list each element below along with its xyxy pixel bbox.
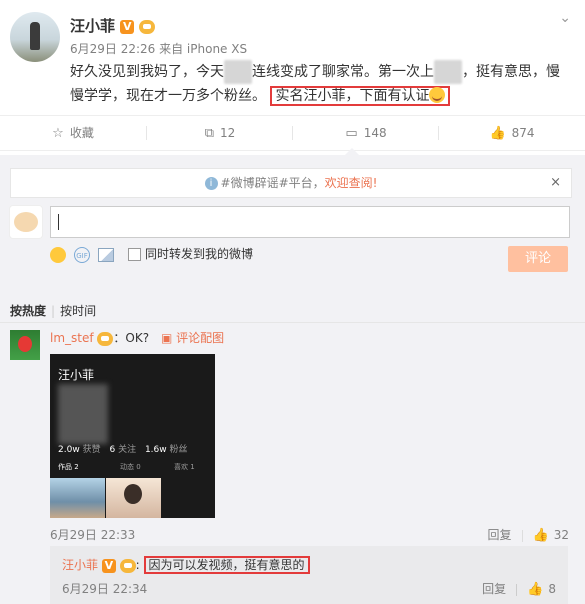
stat-label: 粉丝 [169, 445, 188, 455]
gif-icon[interactable]: GIF [74, 246, 90, 263]
profile-tab: 喜欢 1 [174, 463, 195, 471]
verified-badge-icon: V [101, 558, 116, 573]
comment-count: 148 [363, 126, 387, 140]
vip-crown-icon [139, 19, 156, 34]
comment-icon: ▭ [345, 126, 358, 141]
vip-crown-icon [97, 331, 114, 346]
comment-attached-image[interactable]: 汪小菲 2.0w 获赞 6 关注 1.6w 粉丝 作品 2 动态 0 喜欢 1 [50, 354, 215, 518]
close-icon[interactable]: × [550, 169, 561, 197]
profile-stats: 2.0w 获赞 6 关注 1.6w 粉丝 [58, 442, 194, 455]
author-avatar[interactable] [10, 12, 60, 62]
comment-line: lm_stef ：OK? ▣ 评论配图 [50, 330, 224, 346]
commenter-avatar[interactable] [10, 330, 40, 360]
redacted-text: 抖音 [434, 60, 462, 84]
sort-by-time-tab[interactable]: 按时间 [60, 304, 96, 318]
reply-button[interactable]: 回复 [482, 582, 506, 596]
comment-image-link-label: 评论配图 [176, 331, 225, 345]
stat-value: 6 [109, 445, 116, 455]
author-name-row: 汪小菲 V [70, 15, 156, 36]
notice-link[interactable]: 欢迎查阅! [325, 176, 378, 190]
reply-like-button[interactable]: 👍 8 [527, 582, 556, 597]
grin-emoji-icon [429, 87, 446, 103]
repost-checkbox-label: 同时转发到我的微博 [145, 247, 254, 261]
comment-image-link[interactable]: ▣ 评论配图 [161, 331, 224, 345]
reply-actions: 回复 👍 8 [482, 580, 556, 597]
image-icon[interactable] [98, 247, 114, 262]
repost-button[interactable]: ⧉ 12 [147, 116, 293, 150]
comment-actions: 回复 👍 32 [488, 526, 569, 543]
star-icon: ☆ [52, 126, 64, 141]
like-count: 874 [511, 126, 535, 140]
profile-name: 汪小菲 [58, 368, 95, 382]
repost-icon: ⧉ [204, 126, 214, 141]
image-icon: ▣ [160, 331, 173, 345]
stat-label: 关注 [118, 445, 137, 455]
reply-author-name[interactable]: 汪小菲 [62, 558, 98, 572]
stat-label: 获赞 [82, 445, 101, 455]
favorite-button[interactable]: ☆ 收藏 [0, 116, 146, 150]
author-name[interactable]: 汪小菲 [70, 17, 115, 35]
post-text-part: 连线变成了聊家常。第一次上 [252, 64, 434, 80]
highlighted-text: 实名汪小菲，下面有认证 [270, 86, 451, 106]
comment-input[interactable] [50, 206, 570, 238]
verified-badge-icon: V [120, 19, 135, 34]
repost-checkbox[interactable] [128, 248, 141, 261]
comment-caret [345, 148, 359, 155]
divider [0, 322, 585, 323]
weibo-post-card: 汪小菲 V 6月29日 22:26 来自 iPhone XS ⌄ 好久没见到我妈… [0, 0, 585, 604]
thumbs-up-icon: 👍 [532, 528, 549, 543]
stat-value: 2.0w [58, 445, 80, 455]
video-thumbnail [106, 478, 161, 518]
comment-time: 6月29日 22:33 [50, 528, 136, 542]
comment-sort: 按热度 | 按时间 [10, 304, 97, 318]
thumbs-up-icon: 👍 [527, 582, 544, 597]
repost-count: 12 [220, 126, 236, 140]
commenter-name[interactable]: lm_stef [50, 331, 94, 345]
redacted-area [58, 384, 108, 444]
comment-like-button[interactable]: 👍 32 [532, 528, 569, 543]
comment-text: ：OK? [113, 331, 150, 345]
reply-button[interactable]: 回复 [488, 528, 512, 542]
comment-button[interactable]: ▭ 148 [293, 116, 439, 150]
submit-comment-button[interactable]: 评论 [508, 246, 568, 272]
thumbs-up-icon: 👍 [489, 126, 506, 141]
profile-tab: 动态 0 [120, 463, 141, 471]
reply-text: 因为可以发视频，挺有意思的 [143, 556, 310, 574]
current-user-avatar [9, 205, 43, 239]
post-text-part: 好久没见到我妈了，今天 [70, 64, 224, 80]
profile-tab: 作品 2 [58, 463, 79, 471]
highlighted-text-content: 实名汪小菲，下面有认证 [275, 88, 430, 104]
composer-tools: GIF 同时转发到我的微博 [50, 245, 253, 265]
post-meta: 6月29日 22:26 来自 iPhone XS [70, 42, 248, 56]
comment-like-count: 32 [553, 528, 569, 542]
reply-like-count: 8 [548, 582, 556, 596]
reply-line: 汪小菲 V : 因为可以发视频，挺有意思的 [62, 556, 310, 574]
post-action-bar: ☆ 收藏 ⧉ 12 ▭ 148 👍 874 [0, 115, 585, 151]
video-thumbnail [50, 478, 105, 518]
emoji-icon[interactable] [50, 246, 66, 263]
reply-time: 6月29日 22:34 [62, 582, 148, 596]
reply-colon: : [135, 558, 140, 572]
sort-by-hot-tab[interactable]: 按热度 [10, 304, 46, 318]
like-button[interactable]: 👍 874 [439, 116, 585, 150]
rumor-notice-bar: i #微博辟谣#平台，欢迎查阅! × [10, 168, 572, 198]
info-icon: i [204, 177, 218, 190]
post-text: 好久没见到我妈了，今天抖音连线变成了聊家常。第一次上抖音，挺有意思，慢慢学学，现… [70, 60, 570, 108]
notice-text: #微博辟谣#平台， [220, 176, 325, 190]
vip-crown-icon [119, 558, 136, 573]
redacted-text: 抖音 [224, 60, 252, 84]
stat-value: 1.6w [144, 445, 167, 455]
chevron-down-icon[interactable]: ⌄ [559, 10, 571, 26]
favorite-label: 收藏 [69, 126, 94, 140]
